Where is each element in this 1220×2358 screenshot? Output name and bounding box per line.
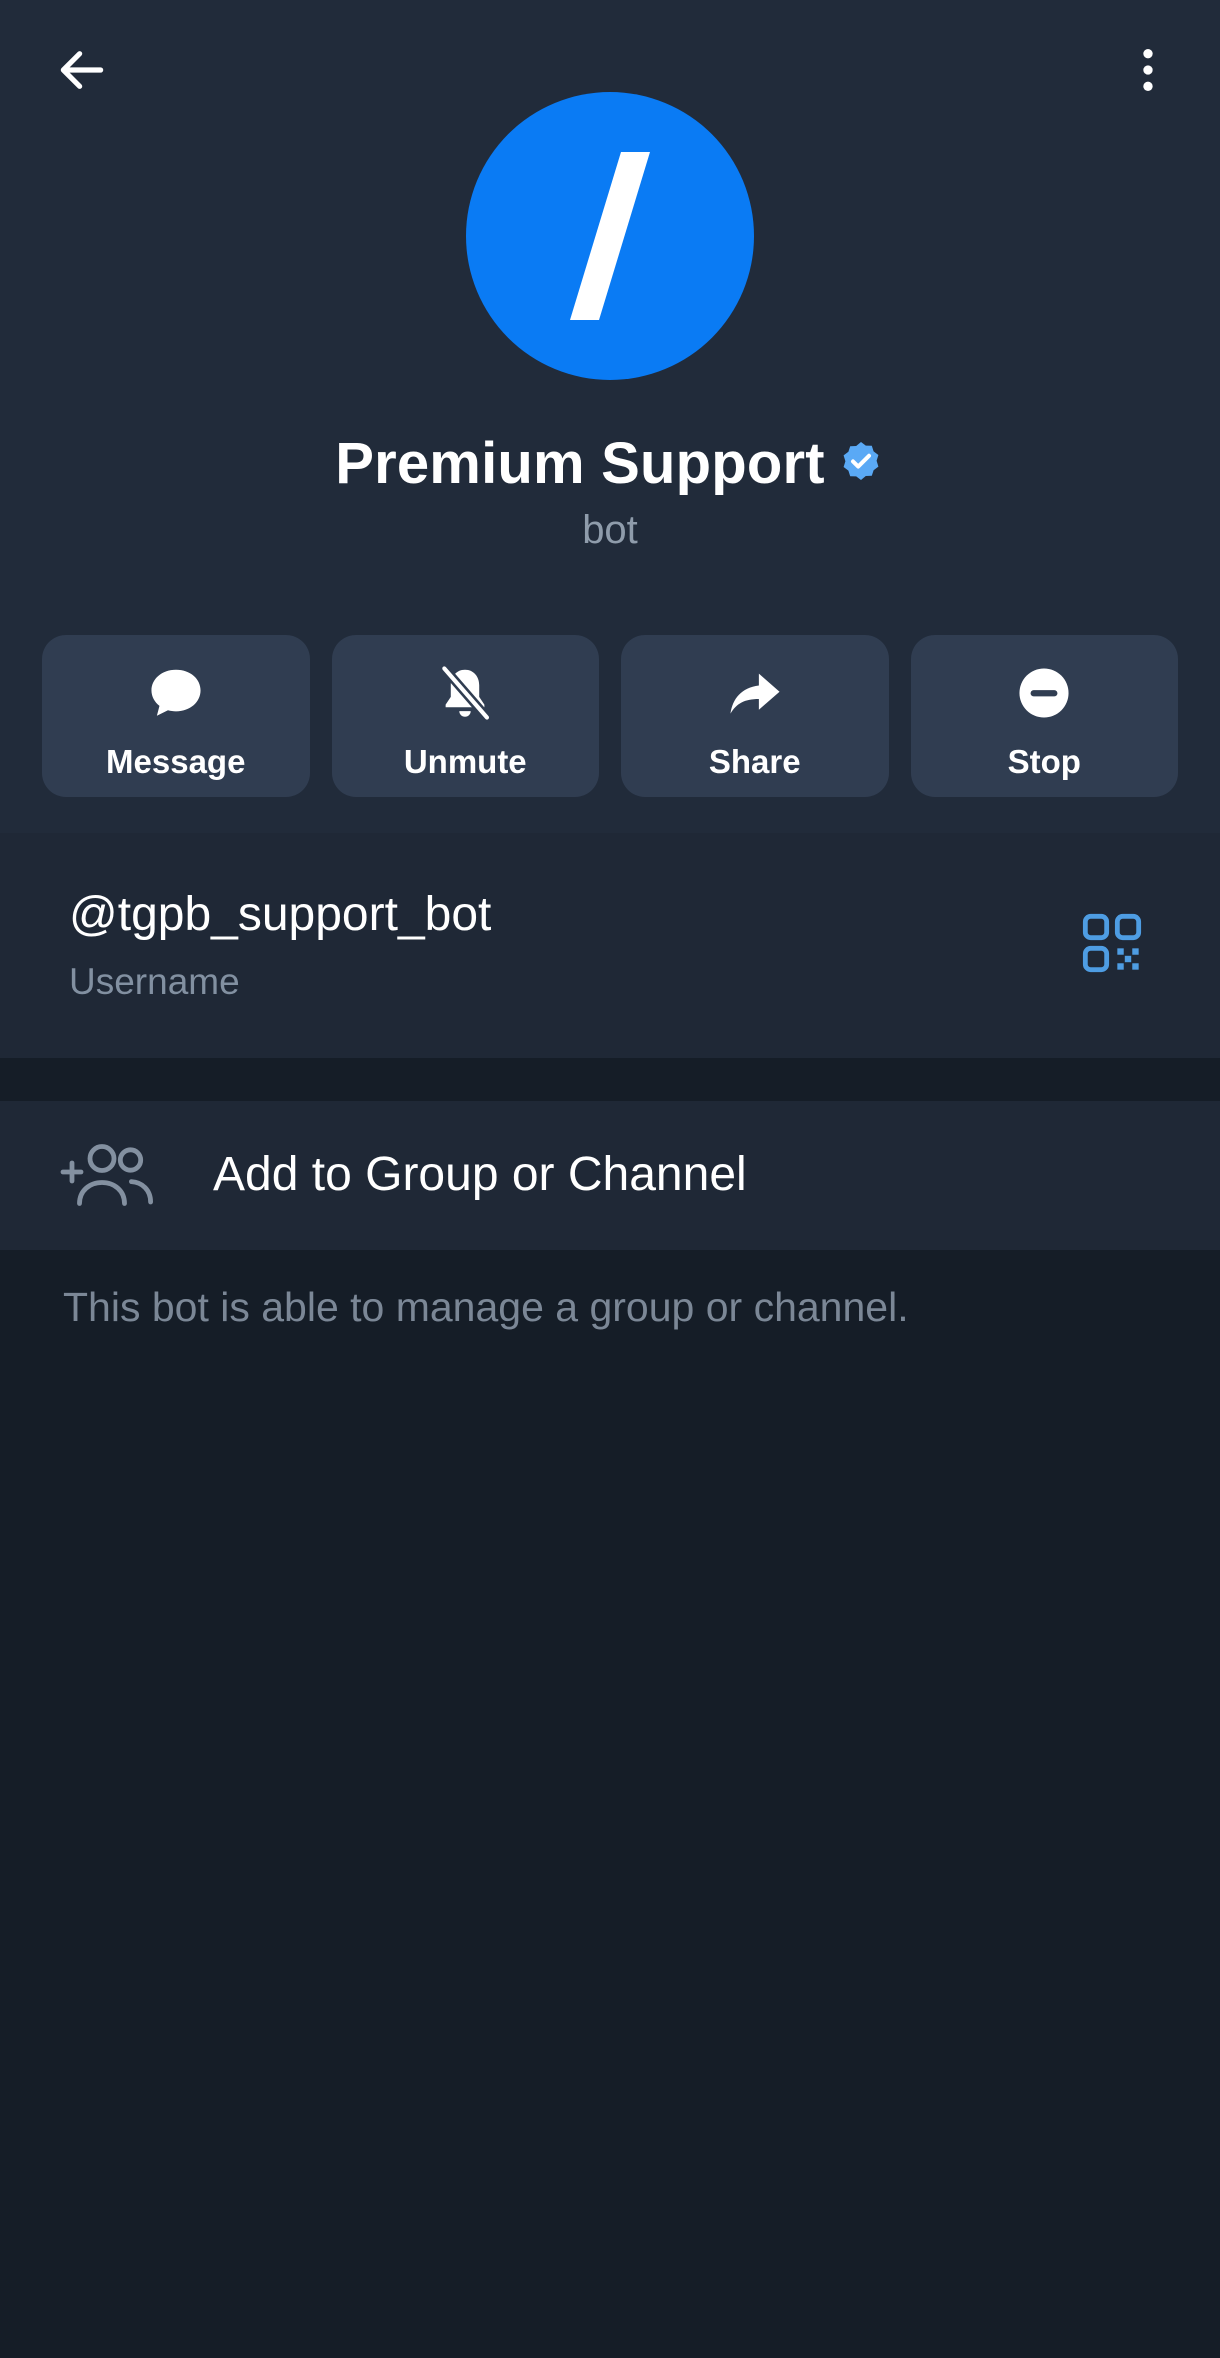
message-button-label: Message — [106, 743, 246, 780]
add-to-group-hint: This bot is able to manage a group or ch… — [63, 1284, 909, 1330]
name-row: Premium Support — [0, 428, 1220, 498]
add-to-group-label: Add to Group or Channel — [213, 1148, 747, 1201]
bell-off-icon — [439, 663, 492, 723]
message-icon — [151, 669, 201, 716]
profile-name: Premium Support — [335, 430, 825, 496]
back-button[interactable] — [32, 20, 132, 120]
verified-badge-icon — [843, 442, 879, 480]
stop-button-label: Stop — [1007, 743, 1081, 780]
share-button-label: Share — [708, 743, 801, 780]
qr-code-icon — [1082, 913, 1142, 973]
qr-code-button[interactable] — [1062, 893, 1162, 993]
more-options-button[interactable] — [1098, 20, 1198, 120]
action-buttons: Message Unmute Share Stop — [42, 635, 1178, 797]
message-button[interactable]: Message — [42, 635, 310, 797]
username-label: Username — [69, 961, 240, 1002]
bot-profile-page: Premium Support bot Message Unmute Share… — [0, 0, 1220, 2358]
add-people-icon — [60, 1144, 153, 1206]
unmute-button[interactable]: Unmute — [331, 635, 599, 797]
unmute-button-label: Unmute — [403, 743, 527, 780]
share-button[interactable]: Share — [621, 635, 889, 797]
more-vertical-icon — [1143, 49, 1153, 91]
stop-button[interactable]: Stop — [910, 635, 1178, 797]
avatar[interactable] — [466, 92, 754, 380]
username-value: @tgpb_support_bot — [69, 888, 492, 941]
slash-logo-icon — [570, 152, 650, 320]
add-to-group-button[interactable]: Add to Group or Channel — [0, 1101, 1220, 1250]
arrow-left-icon — [60, 51, 104, 89]
username-row[interactable]: @tgpb_support_bot Username — [0, 833, 1220, 1058]
profile-subtitle: bot — [582, 508, 638, 552]
share-icon — [730, 673, 780, 714]
profile-header: Premium Support bot Message Unmute Share… — [0, 0, 1220, 833]
stop-icon — [1019, 668, 1069, 718]
